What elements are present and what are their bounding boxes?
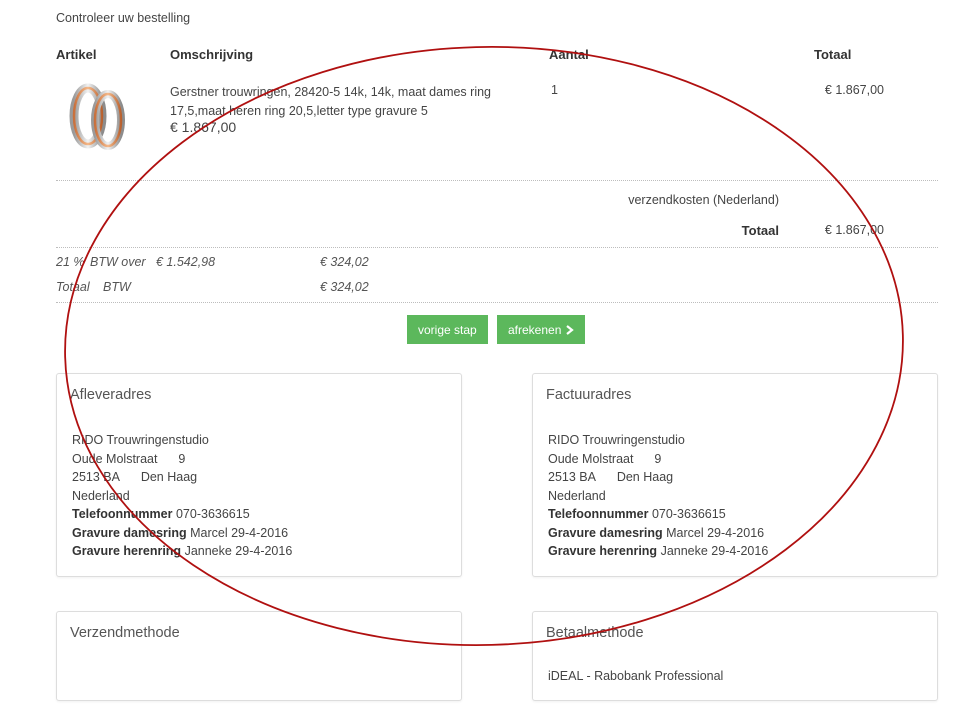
- divider: [56, 247, 938, 248]
- product-unit-price: € 1.867,00: [170, 119, 237, 135]
- invoice-engraving-men-label: Gravure herenring: [548, 544, 658, 558]
- payment-method-panel: Betaalmethode iDEAL - Rabobank Professio…: [532, 611, 938, 701]
- delivery-address-title: Afleveradres: [70, 387, 152, 403]
- product-line-total: € 1.867,00: [824, 83, 884, 97]
- vat-total-label: Totaal: [56, 280, 90, 294]
- delivery-address-panel: Afleveradres RIDO Trouwringenstudio Oude…: [56, 373, 462, 577]
- delivery-country: Nederland: [72, 488, 130, 503]
- invoice-phone-line: Telefoonnummer 070-3636615: [548, 505, 768, 524]
- delivery-phone-line: Telefoonnummer 070-3636615: [72, 505, 292, 524]
- product-quantity: 1: [551, 83, 558, 97]
- delivery-engraving-women: Marcel 29-4-2016: [190, 525, 289, 540]
- header-totaal: Totaal: [814, 47, 852, 62]
- shipping-cost-label: verzendkosten (Nederland): [628, 193, 779, 207]
- product-description: Gerstner trouwringen, 28420-5 14k, 14k, …: [170, 83, 520, 121]
- grand-total-value: € 1.867,00: [824, 223, 884, 237]
- previous-step-button[interactable]: vorige stap: [407, 315, 488, 344]
- invoice-street-line: Oude Molstraat 9: [548, 450, 768, 469]
- delivery-engraving-men-label: Gravure herenring: [72, 544, 182, 558]
- invoice-address-panel: Factuuradres RIDO Trouwringenstudio Oude…: [532, 373, 938, 577]
- invoice-engraving-men-line: Gravure herenring Janneke 29-4-2016: [548, 542, 768, 561]
- delivery-street-line: Oude Molstraat 9: [72, 450, 292, 469]
- invoice-number: 9: [654, 451, 662, 466]
- invoice-phone: 070-3636615: [651, 507, 726, 521]
- delivery-company: RIDO Trouwringenstudio: [72, 433, 209, 447]
- delivery-phone: 070-3636615: [175, 507, 250, 521]
- delivery-city-line: 2513 BA Den Haag: [72, 468, 292, 487]
- invoice-phone-label: Telefoonnummer: [548, 507, 649, 521]
- invoice-address-block: RIDO Trouwringenstudio Oude Molstraat 9 …: [548, 431, 768, 561]
- product-image[interactable]: [62, 80, 134, 152]
- divider: [56, 180, 938, 181]
- delivery-engraving-women-line: Gravure damesring Marcel 29-4-2016: [72, 524, 292, 543]
- delivery-phone-label: Telefoonnummer: [72, 507, 173, 521]
- delivery-postcode: 2513 BA: [72, 470, 120, 484]
- header-omschrijving: Omschrijving: [170, 47, 254, 62]
- invoice-city-line: 2513 BA Den Haag: [548, 468, 768, 487]
- invoice-engraving-women-label: Gravure damesring: [548, 525, 663, 540]
- checkout-button[interactable]: afrekenen: [497, 315, 586, 344]
- grand-total-label: Totaal: [741, 223, 779, 238]
- vat-total-text: BTW: [103, 280, 131, 294]
- delivery-address-block: RIDO Trouwringenstudio Oude Molstraat 9 …: [72, 431, 292, 561]
- vat-base: € 1.542,98: [156, 255, 216, 269]
- delivery-engraving-men: Janneke 29-4-2016: [184, 544, 293, 558]
- shipping-method-panel: Verzendmethode: [56, 611, 462, 701]
- vat-amount: € 324,02: [320, 255, 369, 269]
- invoice-street: Oude Molstraat: [548, 451, 634, 466]
- wedding-rings-icon: [69, 83, 125, 150]
- invoice-engraving-women: Marcel 29-4-2016: [666, 525, 765, 540]
- delivery-engraving-men-line: Gravure herenring Janneke 29-4-2016: [72, 542, 292, 561]
- vat-over-label: BTW over: [90, 255, 146, 269]
- invoice-country: Nederland: [548, 488, 606, 503]
- delivery-street: Oude Molstraat: [72, 451, 158, 466]
- payment-method-value: iDEAL - Rabobank Professional: [548, 669, 724, 683]
- invoice-city: Den Haag: [616, 470, 674, 484]
- vat-total-amount: € 324,02: [320, 280, 369, 294]
- header-aantal: Aantal: [549, 47, 589, 62]
- page-title: Controleer uw bestelling: [56, 11, 191, 25]
- delivery-number: 9: [178, 451, 186, 466]
- divider: [56, 302, 938, 303]
- product-description-line1: Gerstner trouwringen, 28420-5 14k, 14k, …: [170, 85, 492, 99]
- delivery-city: Den Haag: [140, 470, 198, 484]
- shipping-method-title: Verzendmethode: [70, 625, 180, 641]
- delivery-engraving-women-label: Gravure damesring: [72, 525, 187, 540]
- invoice-company: RIDO Trouwringenstudio: [548, 433, 685, 447]
- invoice-postcode: 2513 BA: [548, 470, 596, 484]
- vat-rate: 21 %: [56, 255, 85, 269]
- chevron-right-icon: [566, 324, 575, 335]
- invoice-address-title: Factuuradres: [546, 387, 632, 403]
- header-artikel: Artikel: [56, 47, 97, 62]
- payment-method-title: Betaalmethode: [546, 625, 644, 641]
- invoice-engraving-women-line: Gravure damesring Marcel 29-4-2016: [548, 524, 768, 543]
- previous-step-label: vorige stap: [418, 322, 477, 337]
- checkout-label: afrekenen: [508, 322, 562, 337]
- invoice-engraving-men: Janneke 29-4-2016: [660, 544, 769, 558]
